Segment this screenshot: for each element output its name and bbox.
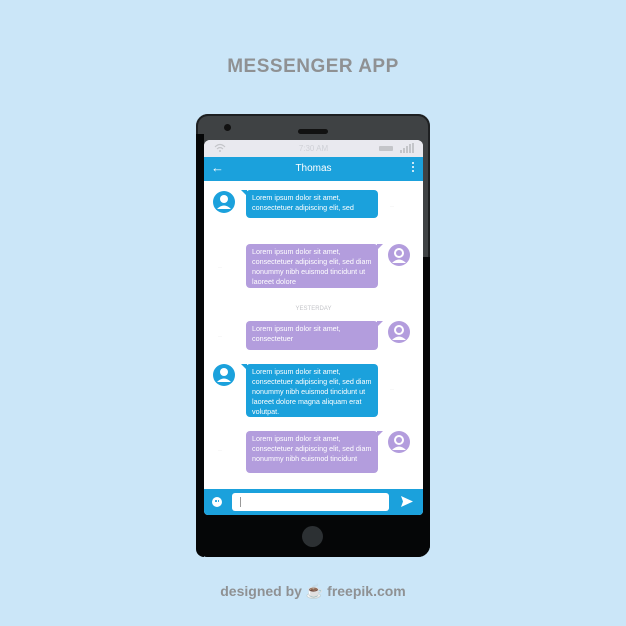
message-text: Lorem ipsum dolor sit amet, consectetuer: [252, 324, 341, 343]
home-button[interactable]: [302, 526, 323, 547]
phone-screen: 7:30 AM ← Thomas Lorem ipsum dolor sit a…: [204, 140, 423, 515]
message-bubble-outgoing[interactable]: Lorem ipsum dolor sit amet, consectetuer…: [246, 244, 383, 288]
app-bar: ← Thomas: [204, 157, 423, 181]
male-user-icon: [213, 191, 235, 213]
send-icon[interactable]: [401, 496, 413, 507]
earpiece-speaker: [298, 129, 328, 134]
more-vertical-icon[interactable]: [412, 162, 415, 174]
message-composer: [204, 489, 423, 515]
message-timestamp: —: [390, 386, 394, 391]
credit-line: designed by ☕ freepik.com: [0, 583, 626, 600]
signal-icon: [400, 143, 414, 153]
message-bubble-outgoing[interactable]: Lorem ipsum dolor sit amet, consectetuer…: [246, 431, 383, 473]
message-bubble-incoming[interactable]: Lorem ipsum dolor sit amet, consectetuer…: [241, 364, 378, 417]
message-text: Lorem ipsum dolor sit amet, consectetuer…: [252, 193, 354, 212]
message-bubble-incoming[interactable]: Lorem ipsum dolor sit amet, consectetuer…: [241, 190, 378, 218]
chat-thread: Lorem ipsum dolor sit amet, consectetuer…: [204, 181, 423, 473]
female-user-icon: [388, 244, 410, 266]
male-user-icon: [213, 364, 235, 386]
smiley-icon[interactable]: [212, 497, 222, 507]
message-timestamp: —: [218, 447, 222, 452]
message-input[interactable]: [232, 493, 389, 511]
page-heading: MESSENGER APP: [227, 56, 399, 77]
phone-side-shadow: [196, 134, 204, 557]
credit-prefix: designed by: [220, 583, 302, 599]
female-user-icon: [388, 321, 410, 343]
female-user-icon: [388, 431, 410, 453]
message-timestamp: —: [390, 203, 394, 208]
credit-brand[interactable]: freepik.com: [327, 583, 406, 599]
message-text: Lorem ipsum dolor sit amet, consectetuer…: [252, 247, 372, 286]
message-text: Lorem ipsum dolor sit amet, consectetuer…: [252, 434, 372, 463]
front-camera: [224, 124, 231, 131]
message-bubble-outgoing[interactable]: Lorem ipsum dolor sit amet, consectetuer: [246, 321, 383, 350]
message-timestamp: —: [218, 264, 222, 269]
day-separator: YESTERDAY: [295, 306, 332, 312]
contact-name[interactable]: Thomas: [204, 163, 423, 174]
text-caret: [240, 497, 241, 507]
status-bar: 7:30 AM: [204, 140, 423, 157]
freepik-logo-icon: ☕: [305, 583, 324, 599]
message-timestamp: —: [218, 333, 222, 338]
message-text: Lorem ipsum dolor sit amet, consectetuer…: [252, 367, 372, 416]
battery-icon: [379, 146, 393, 151]
